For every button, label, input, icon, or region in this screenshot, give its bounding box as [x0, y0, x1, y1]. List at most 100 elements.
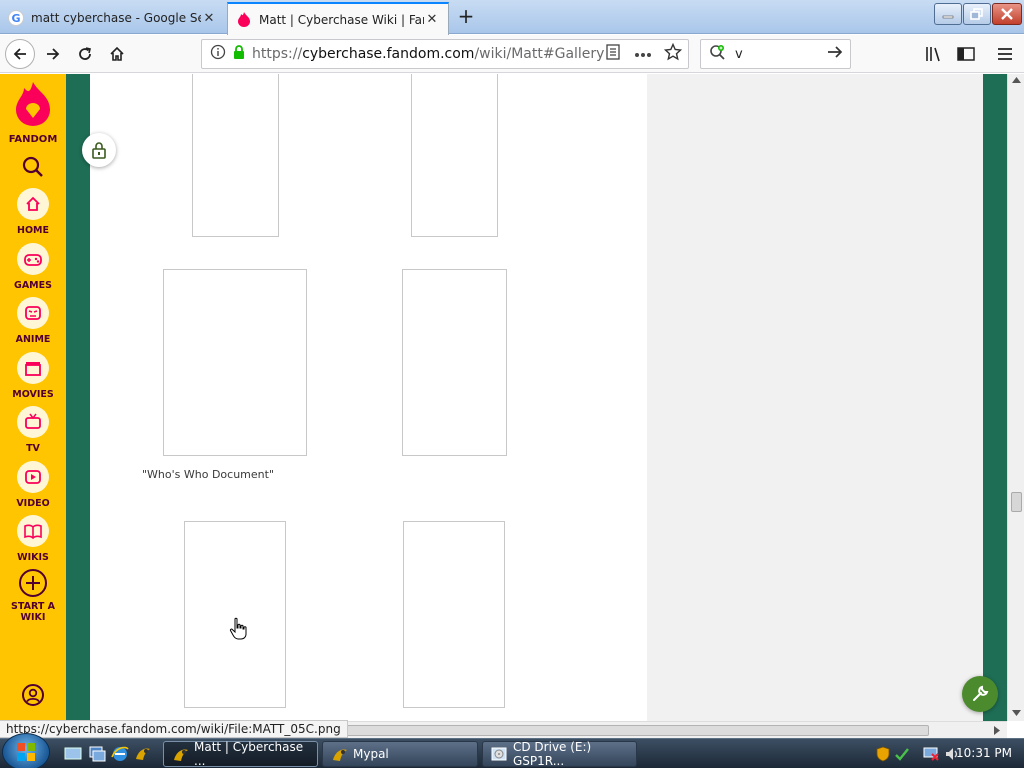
- mypal-browser-icon: [333, 749, 347, 761]
- fandom-flame-icon: [16, 82, 50, 126]
- gamepad-icon: [17, 243, 49, 275]
- home-icon: [110, 46, 124, 61]
- tab-title: Matt | Cyberchase Wiki | Fandom: [259, 12, 424, 27]
- search-input[interactable]: v: [735, 47, 826, 62]
- scroll-down-arrow-icon[interactable]: [1012, 710, 1021, 716]
- tools-button[interactable]: [962, 676, 998, 712]
- mypal-browser-icon: [174, 749, 188, 761]
- vertical-scrollbar[interactable]: [1007, 74, 1024, 721]
- gallery-caption: "Who's Who Document": [142, 468, 275, 481]
- page-protection-button[interactable]: [82, 133, 116, 167]
- menu-icon[interactable]: [994, 43, 1016, 65]
- forward-arrow-icon: [47, 48, 60, 60]
- google-icon: G: [8, 10, 24, 26]
- search-go-icon[interactable]: [826, 44, 844, 64]
- right-rail: [647, 74, 983, 721]
- taskbar-item-firefox[interactable]: Matt | Cyberchase ...: [163, 740, 318, 768]
- book-icon: [17, 515, 49, 547]
- rail-item-anime[interactable]: ANIME: [0, 297, 66, 345]
- scroll-right-arrow-icon[interactable]: [994, 726, 1000, 735]
- taskbar-item-label: Matt | Cyberchase ...: [194, 740, 304, 768]
- rail-item-home[interactable]: HOME: [0, 188, 66, 236]
- checkmark-network-icon[interactable]: [894, 746, 910, 762]
- tab-google-search[interactable]: G matt cyberchase - Google Search ✕: [0, 2, 225, 34]
- tab-matt-wiki[interactable]: Matt | Cyberchase Wiki | Fandom ✕: [227, 2, 449, 35]
- home-icon: [17, 188, 49, 220]
- rail-item-start-a-wiki[interactable]: START A WIKI: [0, 568, 66, 623]
- gallery-thumbnail[interactable]: [163, 269, 307, 456]
- internet-explorer-icon[interactable]: [111, 745, 129, 763]
- url-bar[interactable]: https://cyberchase.fandom.com/wiki/Matt#…: [201, 39, 689, 69]
- rail-item-label: GAMES: [14, 280, 52, 291]
- bookmark-star-icon[interactable]: [663, 42, 683, 65]
- gallery-thumbnail[interactable]: [402, 269, 507, 456]
- close-icon[interactable]: ✕: [424, 12, 440, 27]
- rail-item-label: TV: [26, 443, 40, 454]
- reader-view-icon[interactable]: [606, 44, 620, 64]
- vertical-scroll-thumb[interactable]: [1011, 492, 1022, 512]
- reload-icon: [79, 47, 91, 60]
- clapperboard-icon: [17, 352, 49, 384]
- anime-face-icon: [17, 297, 49, 329]
- info-icon[interactable]: [210, 44, 226, 64]
- close-icon[interactable]: ✕: [201, 11, 217, 26]
- restore-button[interactable]: [963, 3, 991, 25]
- rail-item-tv[interactable]: TV: [0, 406, 66, 454]
- status-link-preview: https://cyberchase.fandom.com/wiki/File:…: [0, 720, 348, 738]
- rail-item-wikis[interactable]: WIKIS: [0, 515, 66, 563]
- rail-item-label: WIKIS: [17, 552, 49, 563]
- show-desktop-icon[interactable]: [64, 745, 82, 763]
- rail-user-button[interactable]: [0, 683, 66, 707]
- hand-cursor-icon: [229, 617, 247, 640]
- close-window-button[interactable]: [992, 3, 1022, 25]
- fandom-logo-text: FANDOM: [8, 134, 58, 145]
- home-button[interactable]: [102, 39, 132, 69]
- tab-title: matt cyberchase - Google Search: [31, 11, 201, 25]
- minimize-icon: [942, 15, 954, 19]
- community-background-right: [983, 74, 1007, 721]
- rail-item-video[interactable]: VIDEO: [0, 461, 66, 509]
- secure-lock-icon[interactable]: [232, 44, 246, 64]
- taskbar-item-mypal[interactable]: Mypal: [322, 741, 478, 767]
- system-clock[interactable]: 10:31 PM: [956, 746, 1012, 760]
- window-switcher-icon[interactable]: [88, 745, 106, 763]
- close-icon: [1001, 8, 1013, 20]
- rail-search-button[interactable]: [0, 155, 66, 179]
- back-arrow-icon: [13, 48, 26, 60]
- rail-item-label: START A WIKI: [11, 601, 55, 623]
- url-text: https://cyberchase.fandom.com/wiki/Matt#…: [252, 46, 605, 62]
- search-bar[interactable]: v: [700, 39, 851, 69]
- minimize-button[interactable]: [934, 3, 962, 25]
- new-tab-button[interactable]: +: [454, 4, 478, 28]
- rail-item-games[interactable]: GAMES: [0, 243, 66, 291]
- start-button[interactable]: [2, 733, 50, 768]
- lock-icon: [92, 142, 106, 159]
- fandom-logo[interactable]: FANDOM: [0, 82, 66, 145]
- rail-item-movies[interactable]: MOVIES: [0, 352, 66, 400]
- gallery-thumbnail[interactable]: [411, 74, 498, 237]
- network-disconnected-icon[interactable]: [922, 746, 940, 762]
- taskbar-item-cd-drive[interactable]: CD Drive (E:) GSP1R...: [482, 740, 637, 768]
- community-background-left: [66, 74, 90, 721]
- taskbar-item-label: Mypal: [353, 747, 389, 761]
- sidebar-toggle-icon[interactable]: [955, 43, 977, 65]
- taskbar-item-label: CD Drive (E:) GSP1R...: [513, 740, 592, 768]
- rail-item-label: ANIME: [15, 334, 51, 345]
- tv-icon: [17, 406, 49, 438]
- search-icon: [22, 156, 43, 177]
- navigation-toolbar: https://cyberchase.fandom.com/wiki/Matt#…: [0, 35, 1024, 73]
- page-actions-icon[interactable]: [634, 46, 652, 62]
- forward-button[interactable]: [38, 39, 68, 69]
- security-shield-icon[interactable]: [876, 746, 890, 762]
- gallery-thumbnail[interactable]: [184, 521, 286, 708]
- scroll-up-arrow-icon[interactable]: [1012, 77, 1021, 83]
- reload-button[interactable]: [70, 39, 100, 69]
- library-icon[interactable]: [923, 43, 945, 65]
- search-engine-icon[interactable]: [709, 44, 727, 64]
- restore-icon: [970, 8, 983, 20]
- mypal-browser-icon[interactable]: [134, 745, 152, 763]
- back-button[interactable]: [5, 39, 35, 69]
- browser-tab-strip: G matt cyberchase - Google Search ✕ Matt…: [0, 0, 1024, 35]
- gallery-thumbnail[interactable]: [403, 521, 505, 708]
- gallery-thumbnail[interactable]: [192, 74, 279, 237]
